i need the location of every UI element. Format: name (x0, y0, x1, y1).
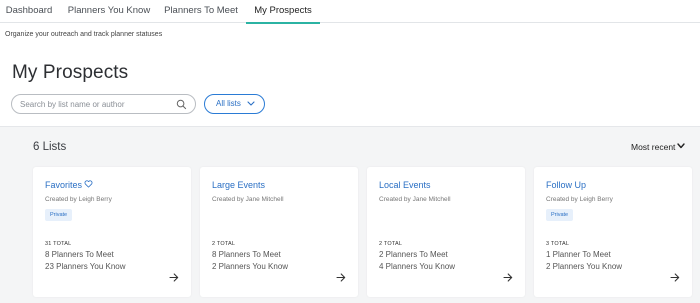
list-card-title[interactable]: Large Events (212, 180, 265, 190)
list-filter-dropdown[interactable]: All lists (204, 94, 265, 114)
list-card-planners-to-meet: 8 Planners To Meet (212, 250, 281, 259)
list-card[interactable]: Favorites Created by Leigh Berry Private… (33, 167, 191, 297)
list-card-author: Created by Leigh Berry (45, 196, 112, 203)
tab-dashboard[interactable]: Dashboard (0, 0, 58, 23)
list-card-title[interactable]: Favorites (45, 180, 82, 190)
list-card-total: 3 TOTAL (546, 241, 570, 247)
chevron-down-icon (247, 101, 255, 106)
arrow-right-icon[interactable] (670, 273, 680, 282)
list-count: 6 Lists (33, 141, 67, 153)
arrow-right-icon[interactable] (169, 273, 179, 282)
list-filter-label: All lists (216, 99, 241, 108)
search-box (11, 94, 196, 114)
top-tab-bar: Dashboard Planners You Know Planners To … (0, 0, 700, 24)
tab-planners-to-meet[interactable]: Planners To Meet (158, 0, 244, 23)
search-icon[interactable] (176, 99, 187, 110)
page-subtitle: Organize your outreach and track planner… (5, 31, 163, 38)
sort-label: Most recent (631, 142, 676, 152)
list-card[interactable]: Local Events Created by Jane Mitchell 2 … (367, 167, 525, 297)
private-badge: Private (546, 209, 574, 221)
list-card[interactable]: Large Events Created by Jane Mitchell 2 … (200, 167, 358, 297)
chevron-down-icon (677, 143, 686, 149)
list-card-planners-you-know: 4 Planners You Know (379, 262, 456, 271)
search-input[interactable] (20, 98, 170, 111)
list-card-author: Created by Jane Mitchell (379, 196, 451, 203)
list-card-planners-you-know: 2 Planners You Know (546, 262, 623, 271)
list-card-planners-to-meet: 2 Planners To Meet (379, 250, 448, 259)
list-card-planners-to-meet: 1 Planner To Meet (546, 250, 611, 259)
arrow-right-icon[interactable] (336, 273, 346, 282)
list-card[interactable]: Follow Up Created by Leigh Berry Private… (534, 167, 692, 297)
list-card-planners-you-know: 2 Planners You Know (212, 262, 289, 271)
list-card-author: Created by Jane Mitchell (212, 196, 284, 203)
arrow-right-icon[interactable] (503, 273, 513, 282)
list-card-total: 31 TOTAL (45, 241, 72, 247)
list-card-author: Created by Leigh Berry (546, 196, 613, 203)
list-card-title[interactable]: Follow Up (546, 180, 586, 190)
tab-my-prospects[interactable]: My Prospects (246, 0, 320, 24)
list-card-total: 2 TOTAL (379, 241, 403, 247)
list-card-planners-to-meet: 8 Planners To Meet (45, 250, 114, 259)
list-card-planners-you-know: 23 Planners You Know (45, 262, 126, 271)
sort-dropdown[interactable]: Most recent (631, 142, 686, 152)
list-card-title[interactable]: Local Events (379, 180, 431, 190)
heart-icon[interactable] (84, 180, 93, 188)
tab-planners-you-know[interactable]: Planners You Know (60, 0, 158, 23)
page-title: My Prospects (12, 62, 129, 83)
list-card-total: 2 TOTAL (212, 241, 236, 247)
private-badge: Private (45, 209, 73, 221)
